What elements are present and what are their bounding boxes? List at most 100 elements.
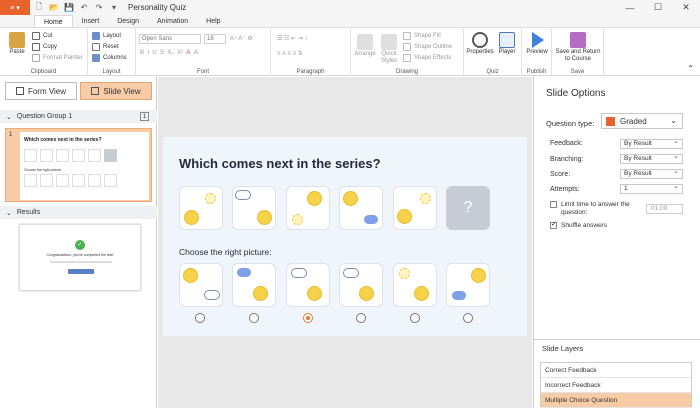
answer-radio-3[interactable] bbox=[303, 313, 313, 323]
redo-icon[interactable]: ↷ bbox=[93, 2, 105, 14]
outline-icon bbox=[403, 43, 411, 51]
fill-icon bbox=[403, 32, 411, 40]
properties-button[interactable]: Properties bbox=[466, 32, 494, 56]
results-group-header[interactable]: ⌄ Results bbox=[0, 206, 157, 219]
results-title: Results bbox=[16, 209, 41, 216]
question-subtitle[interactable]: Choose the right picture: bbox=[179, 247, 272, 257]
attempts-dropdown[interactable]: 1 bbox=[620, 183, 683, 194]
graded-icon bbox=[606, 116, 615, 126]
tab-insert[interactable]: Insert bbox=[73, 15, 109, 27]
layer-item[interactable]: Correct Feedback bbox=[541, 363, 691, 378]
layer-item[interactable]: Multiple Choice Question bbox=[541, 393, 691, 408]
shape-outline-button[interactable]: Shape Outline bbox=[403, 43, 452, 51]
arrange-button[interactable]: Arrange bbox=[353, 34, 377, 58]
player-button[interactable]: Player bbox=[496, 32, 518, 56]
paste-button[interactable]: Paste bbox=[6, 32, 28, 56]
cut-label: Cut bbox=[43, 33, 53, 39]
tab-animation[interactable]: Animation bbox=[148, 15, 197, 27]
chevron-down-icon: ⌄ bbox=[670, 116, 677, 125]
reset-icon bbox=[92, 43, 100, 51]
feedback-dropdown[interactable]: By Result bbox=[620, 138, 683, 149]
customize-quick-access-icon[interactable]: ▾ bbox=[108, 2, 120, 14]
new-file-icon[interactable]: 🗋 bbox=[33, 2, 45, 14]
tab-help[interactable]: Help bbox=[197, 15, 229, 27]
answer-card-2[interactable] bbox=[232, 263, 276, 307]
layout-button[interactable]: Layout bbox=[92, 32, 121, 40]
scissors-icon bbox=[32, 32, 40, 40]
results-slide-thumbnail[interactable]: ✓ Congratulations, you've completed the … bbox=[19, 224, 141, 291]
format-painter-button[interactable]: Format Painter bbox=[32, 54, 83, 62]
limit-time-checkbox[interactable] bbox=[550, 201, 557, 208]
cloud-icon bbox=[343, 268, 359, 278]
quiz-group-label: Quiz bbox=[486, 69, 499, 75]
close-button[interactable]: ✕ bbox=[672, 0, 700, 15]
copy-icon bbox=[32, 43, 40, 51]
results-thumbnail-text: Congratulations, you've completed the te… bbox=[46, 253, 114, 257]
tab-home[interactable]: Home bbox=[34, 15, 73, 27]
minimize-button[interactable]: — bbox=[616, 0, 644, 15]
answer-card-1[interactable] bbox=[179, 263, 223, 307]
tab-design[interactable]: Design bbox=[108, 15, 148, 27]
align-buttons[interactable]: ≡ ≡ ≡ ≡ ⇅ bbox=[277, 50, 303, 57]
answer-card-3[interactable] bbox=[286, 263, 330, 307]
cut-button[interactable]: Cut bbox=[32, 32, 52, 40]
open-folder-icon[interactable]: 📂 bbox=[48, 2, 60, 14]
undo-icon[interactable]: ↶ bbox=[78, 2, 90, 14]
results-thumbnail-lines bbox=[50, 261, 112, 263]
copy-button[interactable]: Copy bbox=[32, 43, 57, 51]
slide-view-button[interactable]: Slide View bbox=[80, 82, 152, 100]
slide[interactable]: Which comes next in the series? ? Choose… bbox=[163, 137, 527, 336]
collapse-icon: ⌄ bbox=[6, 209, 12, 217]
save-and-return-button[interactable]: Save and Return to Course bbox=[554, 32, 602, 63]
save-icon[interactable]: 💾 bbox=[63, 2, 75, 14]
time-field[interactable]: 01:00 bbox=[646, 204, 683, 214]
font-name-field[interactable]: Open Sans bbox=[139, 34, 201, 44]
paste-label: Paste bbox=[9, 49, 25, 55]
answer-card-6[interactable] bbox=[446, 263, 490, 307]
thumbnail-row-2 bbox=[24, 174, 117, 187]
font-size-controls[interactable]: A⁺ A⁻ ⚙ bbox=[230, 35, 253, 42]
columns-button[interactable]: Columns bbox=[92, 54, 127, 62]
reset-button[interactable]: Reset bbox=[92, 43, 119, 51]
slide-view-icon bbox=[91, 87, 100, 95]
answer-radio-4[interactable] bbox=[356, 313, 366, 323]
preview-button[interactable]: Preview bbox=[524, 32, 550, 56]
save-group: Save and Return to Course Save bbox=[552, 28, 604, 76]
player-icon bbox=[499, 32, 515, 48]
layer-item[interactable]: Incorrect Feedback bbox=[541, 378, 691, 393]
thumbnail-subtitle: Choose the right picture bbox=[24, 168, 62, 172]
question-type-dropdown[interactable]: Graded ⌄ bbox=[601, 113, 683, 129]
font-group-label: Font bbox=[196, 69, 209, 75]
quick-styles-button[interactable]: Quick Styles bbox=[378, 34, 400, 65]
shape-effects-button[interactable]: Shape Effects bbox=[403, 54, 451, 62]
answer-card-4[interactable] bbox=[339, 263, 383, 307]
sun-icon bbox=[205, 193, 216, 204]
series-card-1 bbox=[179, 186, 223, 230]
collapse-ribbon-icon[interactable]: ⌃ bbox=[687, 64, 694, 73]
answer-radio-6[interactable] bbox=[463, 313, 473, 323]
title-bar: ≡ ▾ 🗋 📂 💾 ↶ ↷ ▾ Personality Quiz — ☐ ✕ bbox=[0, 0, 700, 15]
branching-dropdown[interactable]: By Result bbox=[620, 153, 683, 164]
question-title[interactable]: Which comes next in the series? bbox=[179, 156, 381, 171]
slide-thumbnail-1[interactable]: 1 Which comes next in the series? Choose… bbox=[5, 128, 152, 202]
smiley-face-icon bbox=[184, 210, 199, 225]
maximize-button[interactable]: ☐ bbox=[644, 0, 672, 15]
font-style-buttons[interactable]: B I U S X₂ X² A A bbox=[140, 50, 198, 56]
smiley-face-icon bbox=[257, 210, 272, 225]
cloud-icon bbox=[235, 190, 251, 200]
question-type-value: Graded bbox=[620, 116, 647, 126]
cloud-icon bbox=[291, 268, 307, 278]
answer-radio-2[interactable] bbox=[249, 313, 259, 323]
slide-options-panel: Slide Options Question type: Graded ⌄ Fe… bbox=[533, 77, 700, 408]
score-dropdown[interactable]: By Result bbox=[620, 168, 683, 179]
shuffle-answers-checkbox[interactable] bbox=[550, 220, 557, 229]
answer-card-5[interactable] bbox=[393, 263, 437, 307]
question-group-header[interactable]: ⌄ Question Group 1 1 bbox=[0, 110, 157, 123]
answer-radio-1[interactable] bbox=[195, 313, 205, 323]
shape-fill-button[interactable]: Shape Fill bbox=[403, 32, 441, 40]
answer-radio-5[interactable] bbox=[410, 313, 420, 323]
font-size-field[interactable]: 18 bbox=[204, 34, 226, 44]
form-view-button[interactable]: Form View bbox=[5, 82, 77, 100]
list-buttons[interactable]: ☰ ☷ ⇤ ⇥ ↕ bbox=[277, 35, 307, 42]
app-menu-button[interactable]: ≡ ▾ bbox=[0, 0, 30, 15]
